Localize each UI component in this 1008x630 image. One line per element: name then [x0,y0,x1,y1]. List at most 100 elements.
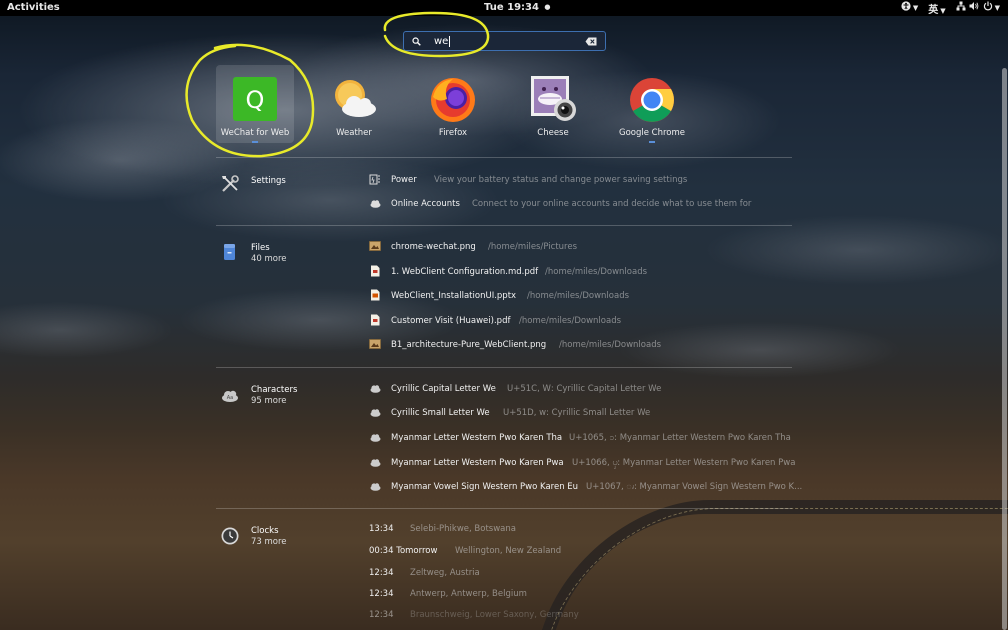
character-icon [370,483,381,491]
app-label: Firefox [438,128,468,138]
clock-button[interactable]: Tue 19:34 ● [484,2,551,13]
firefox-icon [427,73,479,125]
result-name: Online Accounts [391,199,460,209]
app-tile-firefox[interactable]: Firefox [414,65,492,143]
result-desc: View your battery status and change powe… [434,175,688,185]
power-icon [983,1,992,11]
result-name: Myanmar Letter Western Pwo Karen Pwa [391,458,564,468]
result-name: WebClient_InstallationUI.pptx [391,291,517,301]
network-icon [956,1,966,11]
chevron-down-icon: ▼ [940,7,946,15]
provider-name: Files [251,243,270,253]
pdf-file-icon [371,314,380,326]
running-indicator [252,141,258,143]
result-name: 12:34 [369,610,394,620]
power-settings-icon [369,174,380,185]
clock-icon [221,527,239,545]
svg-text:Q: Q [246,86,265,114]
separator [216,508,792,509]
cloud-icon [370,200,381,208]
settings-tools-icon [222,175,239,192]
result-name: Power [391,175,417,185]
text-cursor [449,35,451,47]
result-desc: U+1066, ၦ: Myanmar Letter Western Pwo Ka… [572,458,796,468]
app-label: Google Chrome [618,128,686,138]
volume-icon [969,2,979,10]
accessibility-menu[interactable]: ▼ [901,1,918,16]
results-scrollbar[interactable] [1002,68,1007,630]
provider-name: Clocks [251,526,279,536]
app-tile-weather[interactable]: Weather [315,65,393,143]
result-name: B1_architecture-Pure_WebClient.png [391,340,547,350]
result-desc: /home/miles/Pictures [488,242,578,252]
result-desc: Selebi-Phikwe, Botswana [410,524,516,534]
app-label: Weather [336,128,372,138]
chevron-down-icon: ▼ [912,4,919,12]
clock-text: Tue 19:34 [484,2,539,13]
chevron-down-icon: ▼ [994,4,1000,12]
result-desc: Connect to your online accounts and deci… [472,199,752,209]
running-indicator [649,141,655,143]
result-desc: Zeltweg, Austria [410,568,480,578]
separator [216,225,792,226]
cheese-icon [527,73,579,125]
activities-button[interactable]: Activities [7,2,60,13]
app-label: WeChat for Web [220,128,290,138]
provider-more: 40 more [251,254,287,264]
files-cabinet-icon [224,244,235,260]
wallpaper-road-marking [544,508,1008,630]
search-input[interactable]: we [434,36,448,47]
result-desc: Wellington, New Zealand [455,546,562,556]
result-desc: /home/miles/Downloads [559,340,662,350]
system-tray: ▼ 英 ▼ ▼ [901,1,1000,16]
presentation-file-icon [371,289,380,301]
provider-name: Characters [251,385,298,395]
result-name: 13:34 [369,524,394,534]
separator [216,157,792,158]
search-icon [412,36,426,46]
result-desc: /home/miles/Downloads [545,267,648,277]
image-file-icon [369,241,381,251]
svg-text:Aa: Aa [227,395,233,401]
result-name: Cyrillic Capital Letter We [391,384,496,394]
result-name: 00:34 Tomorrow [369,546,438,556]
search-entry[interactable]: we [403,31,606,51]
system-status-menu[interactable]: ▼ [956,1,1000,16]
weather-icon [328,73,380,125]
result-name: 12:34 [369,589,394,599]
result-name: 12:34 [369,568,394,578]
input-method-menu[interactable]: 英 ▼ [928,1,945,16]
result-desc: U+1065, ၥ: Myanmar Letter Western Pwo Ka… [569,433,791,443]
character-icon [370,459,381,467]
input-method-label: 英 [928,5,939,16]
character-icon [370,385,381,393]
chrome-icon [626,73,678,125]
provider-more: 73 more [251,537,287,547]
provider-name: Settings [251,176,286,186]
result-name: chrome-wechat.png [391,242,476,252]
image-file-icon [369,339,381,349]
top-bar: Activities Tue 19:34 ● ▼ 英 ▼ ▼ [0,0,1008,16]
result-desc: Antwerp, Antwerp, Belgium [410,589,527,599]
separator [216,367,792,368]
result-name: Customer Visit (Huawei).pdf [391,316,511,326]
characters-icon: Aa [222,390,238,402]
result-name: Myanmar Vowel Sign Western Pwo Karen Eu [391,482,579,492]
result-desc: U+1067, ၧ: Myanmar Vowel Sign Western Pw… [586,482,803,492]
result-desc: /home/miles/Downloads [519,316,622,326]
result-name: Cyrillic Small Letter We [391,408,490,418]
app-tile-cheese[interactable]: Cheese [514,65,592,143]
result-desc: U+51D, ԝ: Cyrillic Small Letter We [503,408,651,418]
pdf-file-icon [371,265,380,277]
character-icon [370,434,381,442]
result-desc: /home/miles/Downloads [527,291,630,301]
character-icon [370,409,381,417]
result-name: 1. WebClient Configuration.md.pdf [391,267,539,277]
accessibility-icon [901,1,911,11]
wechat-q-icon: Q [229,73,281,125]
app-tile-chrome[interactable]: Google Chrome [613,65,691,143]
notification-dot-icon: ● [544,3,551,11]
result-desc: Braunschweig, Lower Saxony, Germany [410,610,579,620]
clear-search-icon[interactable] [585,37,597,46]
app-tile-wechat[interactable]: Q WeChat for Web [216,65,294,143]
